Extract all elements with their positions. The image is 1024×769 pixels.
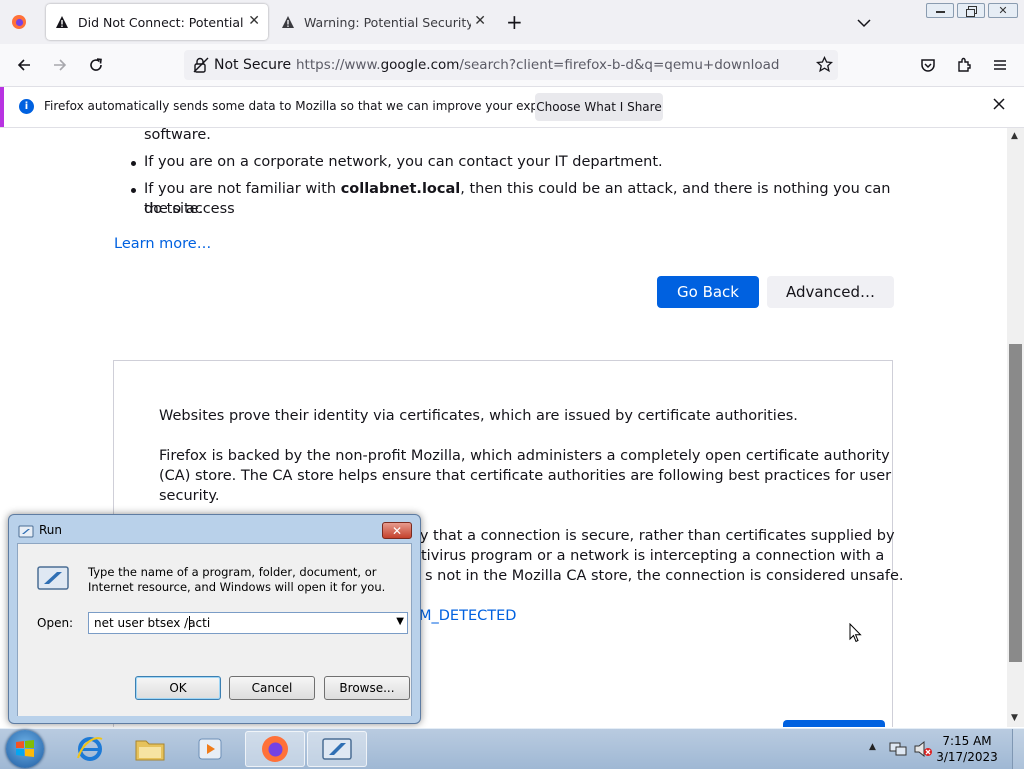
- run-dialog-title: Run: [39, 523, 63, 537]
- advanced-paragraph-2-line3: security.: [159, 488, 220, 504]
- dropdown-arrow-icon[interactable]: ▼: [396, 616, 404, 627]
- open-input-value[interactable]: net user btsex /acti: [94, 616, 210, 630]
- open-combobox[interactable]: net user btsex /acti ▼: [88, 612, 408, 634]
- advanced-paragraph-1: Websites prove their identity via certif…: [159, 408, 798, 424]
- bullet-not-familiar: If you are not familiar with collabnet.l…: [144, 181, 891, 217]
- data-reporting-notification: i Firefox automatically sends some data …: [0, 87, 1024, 128]
- clock-time: 7:15 AM: [942, 734, 992, 748]
- hostname-text: collabnet.local: [340, 181, 461, 197]
- info-icon: i: [19, 99, 34, 114]
- start-button[interactable]: [6, 730, 44, 768]
- tab-close-icon[interactable]: ✕: [474, 14, 486, 28]
- system-clock[interactable]: 7:15 AM 3/17/2023: [932, 733, 1002, 765]
- new-tab-button[interactable]: +: [506, 10, 523, 34]
- restore-button[interactable]: [957, 3, 985, 18]
- bullet-corporate-network: If you are on a corporate network, you c…: [144, 154, 663, 170]
- show-desktop-button[interactable]: [1012, 729, 1024, 769]
- warning-icon: [56, 16, 68, 28]
- back-arrow-icon: [17, 59, 30, 71]
- open-label: Open:: [37, 616, 74, 630]
- bullet-dot: [131, 161, 136, 166]
- error-code-link[interactable]: M_DETECTED: [419, 606, 516, 626]
- pocket-icon[interactable]: [913, 50, 943, 80]
- hamburger-menu-icon[interactable]: [985, 50, 1015, 80]
- advanced-button[interactable]: Advanced…: [767, 276, 894, 308]
- bookmark-star-icon[interactable]: [815, 55, 834, 77]
- reload-button[interactable]: [81, 50, 111, 80]
- windows-taskbar: ▲ 7:15 AM 3/17/2023: [0, 728, 1024, 769]
- close-window-button[interactable]: ✕: [988, 3, 1018, 18]
- forward-arrow-icon: [54, 59, 67, 71]
- tab-close-icon[interactable]: ✕: [248, 14, 260, 28]
- go-back-button[interactable]: Go Back: [657, 276, 759, 308]
- scrollbar-thumb[interactable]: [1009, 344, 1022, 662]
- advanced-paragraph-3-line2: tivirus program or a network is intercep…: [421, 548, 885, 564]
- taskbar-file-explorer[interactable]: [120, 731, 180, 767]
- tab-title: Warning: Potential Security Risk Ahead: [304, 14, 471, 30]
- scroll-down-arrow-icon[interactable]: ▼: [1011, 713, 1018, 723]
- run-close-button[interactable]: ✕: [382, 522, 412, 539]
- run-title-icon: [18, 523, 34, 538]
- url-bar[interactable]: Not Secure https://www.google.com/search…: [184, 50, 838, 80]
- network-icon[interactable]: [889, 740, 907, 762]
- notification-accent-stripe: [0, 87, 4, 127]
- insecure-lock-icon: [193, 57, 209, 73]
- back-button[interactable]: [9, 50, 39, 80]
- bullet-not-familiar-line2: the site.: [144, 201, 204, 217]
- taskbar-media-player[interactable]: [180, 731, 240, 767]
- forward-button[interactable]: [45, 50, 75, 80]
- reload-icon: [90, 58, 102, 71]
- show-hidden-icons-icon[interactable]: ▲: [869, 742, 876, 752]
- minimize-button[interactable]: [926, 3, 954, 18]
- firefox-icon: [262, 736, 288, 762]
- clock-date: 3/17/2023: [936, 750, 998, 764]
- notification-close-icon[interactable]: [991, 96, 1007, 116]
- extensions-icon[interactable]: [949, 50, 979, 80]
- firefox-menu-icon[interactable]: [11, 14, 27, 30]
- run-description: Type the name of a program, folder, docu…: [88, 565, 386, 594]
- bullet-text-partial: software.: [144, 128, 211, 143]
- advanced-paragraph-2-line1: Firefox is backed by the non-profit Mozi…: [159, 448, 890, 464]
- advanced-paragraph-3-line3: s not in the Mozilla CA store, the conne…: [425, 568, 904, 584]
- scroll-up-arrow-icon[interactable]: ▲: [1011, 131, 1018, 141]
- tab-warning-risk[interactable]: Warning: Potential Security Risk Ahead ✕: [272, 4, 494, 40]
- text-caret: [189, 616, 190, 630]
- browse-button[interactable]: Browse...: [324, 676, 410, 700]
- run-dialog: Run ✕ Type the name of a program, folder…: [8, 514, 421, 724]
- tab-did-not-connect[interactable]: Did Not Connect: Potential Security Issu…: [46, 4, 268, 40]
- list-all-tabs-icon[interactable]: [856, 14, 872, 33]
- media-player-icon: [198, 738, 222, 760]
- warning-icon: [282, 16, 294, 28]
- taskbar-internet-explorer[interactable]: [60, 731, 120, 767]
- run-icon: [322, 738, 352, 760]
- site-security-indicator[interactable]: Not Secure: [192, 56, 291, 74]
- advanced-paragraph-3-line1: fy that a connection is secure, rather t…: [415, 528, 895, 544]
- choose-what-i-share-button[interactable]: Choose What I Share: [535, 93, 663, 121]
- run-dialog-body: Type the name of a program, folder, docu…: [17, 543, 412, 716]
- learn-more-link[interactable]: Learn more…: [114, 234, 211, 254]
- notification-message: Firefox automatically sends some data to…: [44, 99, 587, 113]
- taskbar-firefox[interactable]: [245, 731, 305, 767]
- internet-explorer-icon: [77, 737, 103, 761]
- bullet-dot: [131, 188, 136, 193]
- run-program-icon: [37, 565, 69, 591]
- tab-title: Did Not Connect: Potential Security Issu…: [78, 14, 245, 30]
- volume-muted-icon[interactable]: [913, 740, 933, 762]
- windows-logo-icon: [16, 740, 34, 757]
- security-label: Not Secure: [214, 57, 292, 73]
- advanced-paragraph-2-line2: (CA) store. The CA store helps ensure th…: [159, 468, 892, 484]
- taskbar-run[interactable]: [307, 731, 367, 767]
- mouse-cursor-icon: [849, 622, 862, 647]
- ok-button[interactable]: OK: [135, 676, 221, 700]
- cancel-button[interactable]: Cancel: [229, 676, 315, 700]
- url-text[interactable]: https://www.google.com/search?client=fir…: [296, 57, 779, 73]
- folder-icon: [135, 740, 165, 761]
- partially-visible-blue-button[interactable]: [783, 720, 885, 727]
- tab-bar: Did Not Connect: Potential Security Issu…: [0, 0, 1024, 44]
